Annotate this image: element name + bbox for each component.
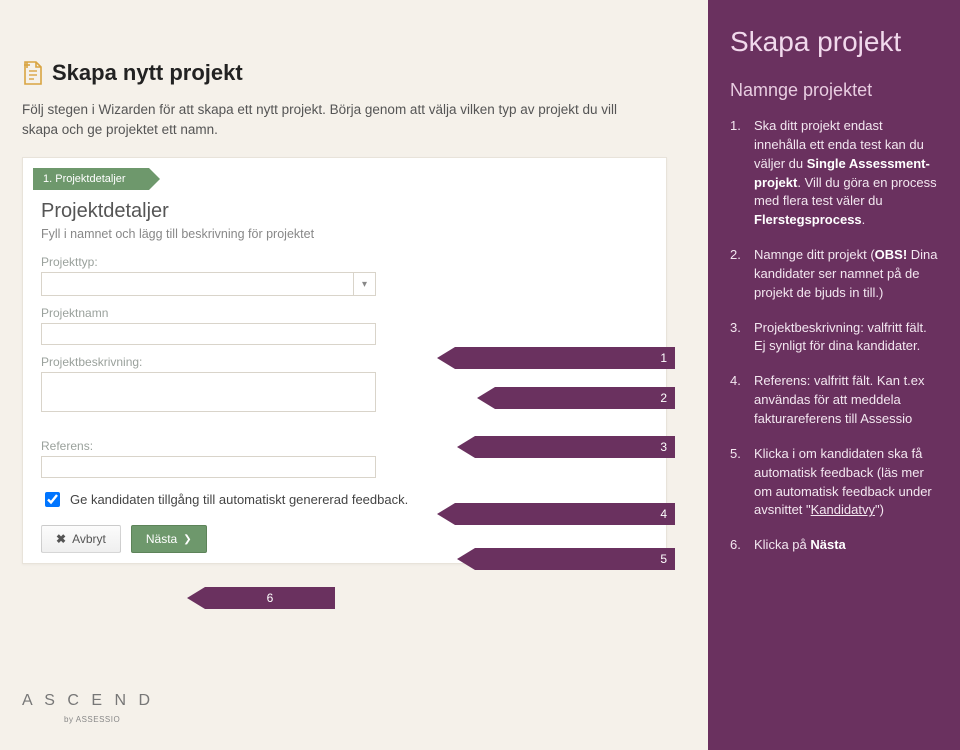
brand-byline: by ASSESSIO: [64, 715, 120, 724]
help-step-item: 6. Klicka på Nästa: [730, 536, 938, 555]
new-document-icon: [22, 60, 44, 86]
help-step-text: Namnge ditt projekt (OBS! Dina kandidate…: [754, 246, 938, 303]
help-step-number: 5.: [730, 445, 744, 520]
help-step-text: Referens: valfritt fält. Kan t.ex använd…: [754, 372, 938, 429]
callout-arrow-2: 2: [495, 387, 675, 409]
label-project-type: Projekttyp:: [41, 255, 666, 269]
callout-arrow-4: 4: [455, 503, 675, 525]
select-project-type-wrap: ▾: [41, 272, 376, 296]
callout-arrow-5: 5: [475, 548, 675, 570]
help-step-text: Projektbeskrivning: valfritt fält. Ej sy…: [754, 319, 938, 357]
next-button-label: Nästa: [146, 532, 177, 546]
input-reference[interactable]: [41, 456, 376, 478]
help-step-number: 6.: [730, 536, 744, 555]
close-icon: ✖: [56, 532, 66, 546]
main-content: Skapa nytt projekt Följ stegen i Wizarde…: [22, 60, 672, 564]
cancel-button[interactable]: ✖ Avbryt: [41, 525, 121, 553]
field-project-type: Projekttyp: ▾: [41, 255, 666, 296]
help-panel-subtitle: Namnge projektet: [730, 80, 938, 101]
callout-arrow-6: 6: [205, 587, 335, 609]
chevron-right-icon: ❯: [183, 534, 191, 545]
callout-arrow-3: 3: [475, 436, 675, 458]
field-project-name: Projektnamn: [41, 306, 666, 345]
next-button[interactable]: Nästa ❯: [131, 525, 207, 553]
brand-logo: A S C E N D: [22, 692, 154, 710]
help-step-text: Klicka på Nästa: [754, 536, 938, 555]
help-step-text: Ska ditt projekt endast innehålla ett en…: [754, 117, 938, 230]
input-project-name[interactable]: [41, 323, 376, 345]
help-step-item: 1.Ska ditt projekt endast innehålla ett …: [730, 117, 938, 230]
help-step-item: 3. Projektbeskrivning: valfritt fält. Ej …: [730, 319, 938, 357]
help-step-number: 3.: [730, 319, 744, 357]
help-step-item: 5.Klicka i om kandidaten ska få automati…: [730, 445, 938, 520]
section-subtext: Fyll i namnet och lägg till beskrivning …: [41, 227, 666, 241]
input-project-desc[interactable]: [41, 372, 376, 412]
page-title-text: Skapa nytt projekt: [52, 60, 243, 86]
intro-text: Följ stegen i Wizarden för att skapa ett…: [22, 100, 652, 139]
select-project-type[interactable]: [41, 272, 376, 296]
help-steps-list: 1.Ska ditt projekt endast innehålla ett …: [730, 117, 938, 555]
help-step-number: 4.: [730, 372, 744, 429]
help-step-text: Klicka i om kandidaten ska få automatisk…: [754, 445, 938, 520]
help-panel: Skapa projekt Namnge projektet 1.Ska dit…: [708, 0, 960, 750]
wizard-step-badge: 1. Projektdetaljer: [33, 168, 149, 190]
auto-feedback-checkbox[interactable]: [45, 492, 60, 507]
help-step-number: 1.: [730, 117, 744, 230]
page-title: Skapa nytt projekt: [22, 60, 672, 86]
cancel-button-label: Avbryt: [72, 532, 106, 546]
help-step-item: 2.Namnge ditt projekt (OBS! Dina kandida…: [730, 246, 938, 303]
section-heading: Projektdetaljer: [41, 200, 666, 223]
help-step-number: 2.: [730, 246, 744, 303]
help-step-item: 4.Referens: valfritt fält. Kan t.ex anvä…: [730, 372, 938, 429]
help-panel-title: Skapa projekt: [730, 26, 938, 58]
label-project-name: Projektnamn: [41, 306, 666, 320]
auto-feedback-label: Ge kandidaten tillgång till automatiskt …: [70, 492, 408, 507]
callout-arrow-1: 1: [455, 347, 675, 369]
